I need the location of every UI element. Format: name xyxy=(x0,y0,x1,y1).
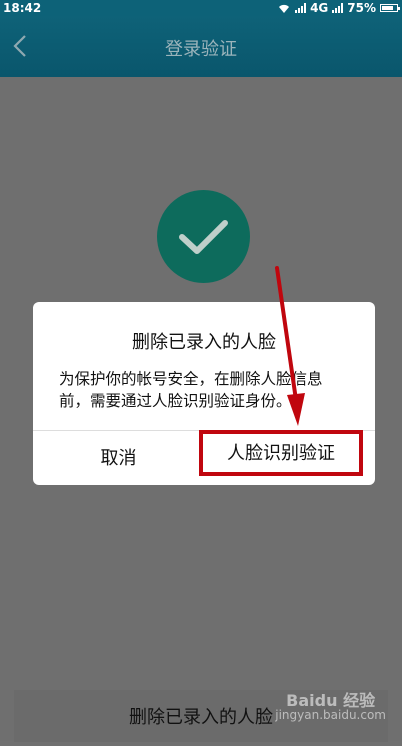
watermark-sub: jingyan.baidu.com xyxy=(275,708,386,722)
app-bar: 登录验证 xyxy=(0,16,402,77)
battery-icon xyxy=(380,4,400,12)
network-type: 4G xyxy=(310,1,329,15)
dialog-title: 删除已录入的人脸 xyxy=(132,332,276,353)
status-icons: 4G 75% xyxy=(277,0,400,16)
signal-icon-2 xyxy=(332,3,344,13)
wifi-icon xyxy=(279,4,290,13)
success-badge xyxy=(157,190,250,283)
signal-icon xyxy=(295,3,307,13)
battery-percent: 75% xyxy=(347,1,376,15)
page-title: 登录验证 xyxy=(165,39,237,60)
status-time: 18:42 xyxy=(3,1,42,15)
status-bar: 18:42 4G 75% xyxy=(0,0,402,16)
dialog-message: 为保护你的帐号安全，在删除人脸信息前，需要通过人脸识别验证身份。 xyxy=(59,370,323,410)
watermark: Baidu 经验 jingyan.baidu.com xyxy=(275,691,386,723)
confirm-dialog: 删除已录入的人脸 为保护你的帐号安全，在删除人脸信息前，需要通过人脸识别验证身份… xyxy=(33,302,375,485)
face-verify-button[interactable]: 人脸识别验证 xyxy=(199,430,363,476)
check-icon xyxy=(179,220,228,254)
watermark-main: Baidu 经验 xyxy=(286,691,376,710)
cancel-button[interactable]: 取消 xyxy=(33,431,204,485)
